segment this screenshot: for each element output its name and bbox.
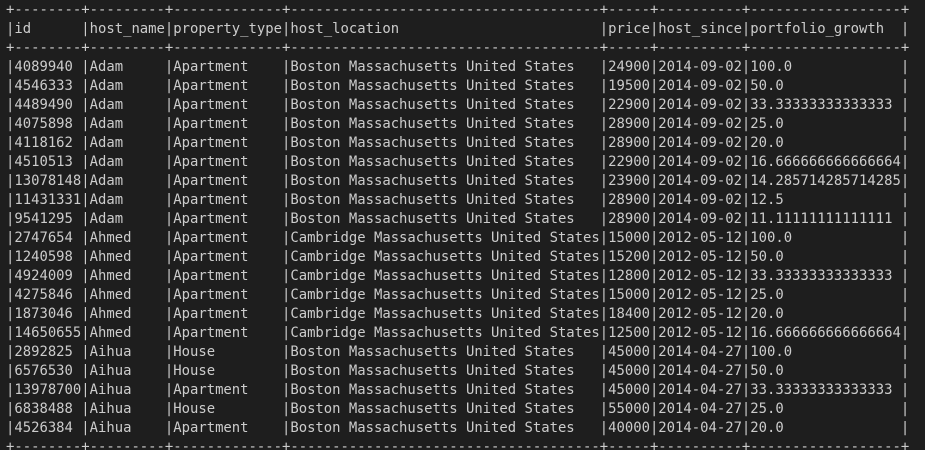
table-row: |2892825 |Aihua |House |Boston Massachus… [6,344,910,360]
query-result-table: +--------+---------+-------------+------… [6,1,925,450]
table-row: |2747654 |Ahmed |Apartment |Cambridge Ma… [6,230,910,246]
table-row: |1873046 |Ahmed |Apartment |Cambridge Ma… [6,306,910,322]
table-row: |4924009 |Ahmed |Apartment |Cambridge Ma… [6,268,910,284]
table-row: |14650655|Ahmed |Apartment |Cambridge Ma… [6,325,910,341]
table-row: |4546333 |Adam |Apartment |Boston Massac… [6,78,910,94]
table-row: |4075898 |Adam |Apartment |Boston Massac… [6,116,910,132]
table-row: |4489490 |Adam |Apartment |Boston Massac… [6,97,910,113]
table-row: |4510513 |Adam |Apartment |Boston Massac… [6,154,910,170]
table-border-top: +--------+---------+-------------+------… [6,2,910,18]
table-row: |13078148|Adam |Apartment |Boston Massac… [6,173,910,189]
table-row: |4526384 |Aihua |Apartment |Boston Massa… [6,420,910,436]
table-header-row: |id |host_name|property_type|host_locati… [6,21,910,37]
table-row: |9541295 |Adam |Apartment |Boston Massac… [6,211,910,227]
table-row: |4275846 |Ahmed |Apartment |Cambridge Ma… [6,287,910,303]
table-row: |6838488 |Aihua |House |Boston Massachus… [6,401,910,417]
table-header-separator: +--------+---------+-------------+------… [6,40,910,56]
table-row: |6576530 |Aihua |House |Boston Massachus… [6,363,910,379]
table-row: |13978700|Aihua |Apartment |Boston Massa… [6,382,910,398]
table-row: |11431331|Adam |Apartment |Boston Massac… [6,192,910,208]
table-border-bottom: +--------+---------+-------------+------… [6,439,910,450]
table-row: |1240598 |Ahmed |Apartment |Cambridge Ma… [6,249,910,265]
terminal-window: +--------+---------+-------------+------… [0,0,925,450]
table-row: |4118162 |Adam |Apartment |Boston Massac… [6,135,910,151]
table-row: |4089940 |Adam |Apartment |Boston Massac… [6,59,910,75]
